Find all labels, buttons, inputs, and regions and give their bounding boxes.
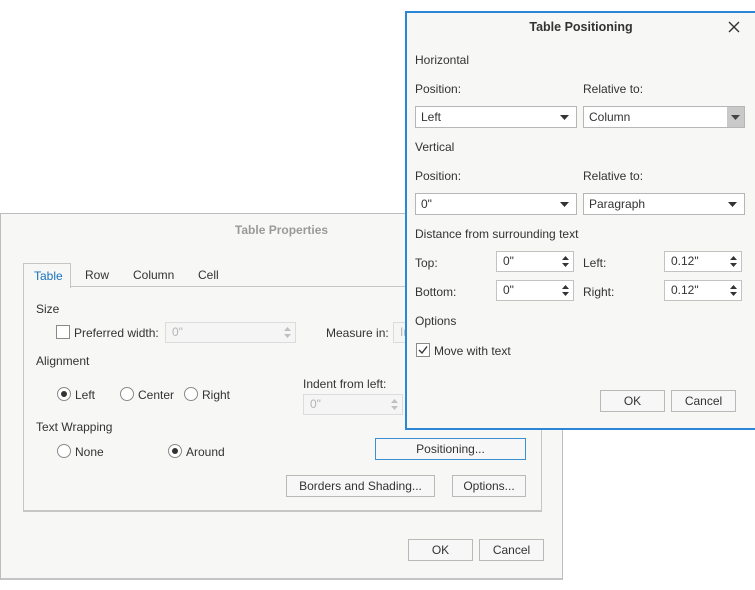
options-button[interactable]: Options... — [452, 475, 526, 497]
horizontal-relative-select[interactable]: Column — [583, 106, 745, 128]
bottom-distance-input[interactable]: 0" — [496, 280, 574, 301]
tab-cell[interactable]: Cell — [188, 263, 229, 288]
cancel-button[interactable]: Cancel — [671, 390, 736, 412]
top-distance-value: 0" — [503, 254, 514, 268]
wrap-around-label: Around — [186, 445, 225, 459]
borders-and-shading-button[interactable]: Borders and Shading... — [286, 475, 435, 497]
align-right-radio[interactable] — [184, 387, 198, 401]
alignment-heading: Alignment — [36, 354, 90, 368]
spin-arrows-icon[interactable] — [729, 255, 738, 268]
spin-arrows-icon[interactable] — [283, 326, 292, 339]
options-heading: Options — [415, 314, 457, 328]
size-heading: Size — [36, 302, 60, 316]
align-center-radio[interactable] — [120, 387, 134, 401]
tab-table[interactable]: Table — [23, 263, 71, 288]
close-icon[interactable] — [727, 20, 741, 34]
vertical-position-select[interactable]: 0" — [415, 193, 577, 215]
spin-arrows-icon[interactable] — [390, 398, 399, 411]
top-distance-input[interactable]: 0" — [496, 251, 574, 272]
align-left-radio[interactable] — [57, 387, 71, 401]
spin-arrows-icon[interactable] — [561, 255, 570, 268]
bottom-distance-value: 0" — [503, 283, 514, 297]
chevron-down-icon — [731, 115, 740, 120]
spin-arrows-icon[interactable] — [729, 284, 738, 297]
bottom-label: Bottom: — [415, 285, 457, 299]
move-with-text-label: Move with text — [434, 344, 511, 358]
spin-arrows-icon[interactable] — [561, 284, 570, 297]
horizontal-position-select[interactable]: Left — [415, 106, 577, 128]
preferred-width-value: 0" — [172, 325, 183, 339]
horizontal-relative-label: Relative to: — [583, 82, 644, 96]
align-right-label: Right — [202, 388, 231, 402]
distance-heading: Distance from surrounding text — [415, 227, 579, 241]
preferred-width-input[interactable]: 0" — [165, 322, 296, 343]
dialog-title: Table Positioning — [529, 20, 633, 34]
left-label: Left: — [583, 256, 607, 270]
cancel-button[interactable]: Cancel — [479, 539, 544, 561]
left-distance-input[interactable]: 0.12" — [664, 251, 742, 272]
vertical-relative-label: Relative to: — [583, 169, 644, 183]
preferred-width-checkbox[interactable] — [56, 325, 70, 339]
vertical-position-label: Position: — [415, 169, 462, 183]
wrap-around-radio[interactable] — [168, 444, 182, 458]
tab-row[interactable]: Row — [75, 263, 119, 288]
horizontal-relative-value: Column — [589, 110, 631, 124]
horizontal-position-label: Position: — [415, 82, 462, 96]
vertical-position-value: 0" — [421, 197, 432, 211]
align-left-label: Left — [75, 388, 96, 402]
tab-column[interactable]: Column — [123, 263, 184, 288]
right-label: Right: — [583, 285, 615, 299]
indent-from-left-input[interactable]: 0" — [303, 394, 403, 415]
table-positioning-dialog: Table Positioning Horizontal Position: R… — [405, 11, 755, 430]
vertical-heading: Vertical — [415, 140, 455, 154]
indent-from-left-label: Indent from left: — [303, 377, 387, 391]
preferred-width-label: Preferred width: — [74, 326, 159, 340]
align-center-label: Center — [138, 388, 175, 402]
wrap-none-label: None — [75, 445, 104, 459]
left-distance-value: 0.12" — [671, 254, 699, 268]
chevron-down-icon — [560, 202, 569, 207]
right-distance-input[interactable]: 0.12" — [664, 280, 742, 301]
move-with-text-checkbox[interactable] — [416, 343, 430, 357]
ok-button[interactable]: OK — [600, 390, 665, 412]
right-distance-value: 0.12" — [671, 283, 699, 297]
top-label: Top: — [415, 256, 438, 270]
positioning-button[interactable]: Positioning... — [375, 438, 526, 460]
indent-from-left-value: 0" — [310, 397, 321, 411]
checkmark-icon — [418, 346, 428, 355]
horizontal-heading: Horizontal — [415, 53, 470, 67]
text-wrapping-heading: Text Wrapping — [36, 420, 113, 434]
horizontal-position-value: Left — [421, 110, 442, 124]
dropdown-button[interactable] — [727, 107, 744, 127]
chevron-down-icon — [560, 115, 569, 120]
vertical-relative-select[interactable]: Paragraph — [583, 193, 745, 215]
wrap-none-radio[interactable] — [57, 444, 71, 458]
vertical-relative-value: Paragraph — [589, 197, 646, 211]
chevron-down-icon — [728, 202, 737, 207]
measure-in-label: Measure in: — [326, 326, 389, 340]
ok-button[interactable]: OK — [408, 539, 473, 561]
